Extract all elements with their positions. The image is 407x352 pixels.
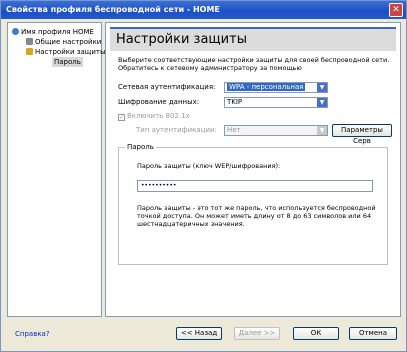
auth-type-select[interactable]: Нет ▼ [224,125,328,136]
help-link[interactable]: Справка? [15,330,50,338]
password-field-label: Пароль защиты (ключ WEP/шифрования): [137,162,281,170]
auth-select[interactable]: WPA - персональная ▼ [224,82,328,93]
intro-text: Выберите соответствующие настройки защит… [118,56,390,72]
page-title: Настройки защиты [110,27,396,51]
enable-8021x-checkbox[interactable]: ✓ [118,114,125,121]
chevron-down-icon: ▼ [317,98,327,107]
general-settings-icon [26,38,33,45]
settings-tree: Имя профиля HOME Общие настройки Настрой… [7,22,106,317]
tree-item-general[interactable]: Общие настройки [26,37,101,47]
chevron-down-icon: ▼ [317,126,327,135]
next-button[interactable]: Далее >> [234,327,280,340]
auth-label: Сетевая аутентификация: [118,83,216,91]
security-lock-icon [26,48,33,55]
password-input[interactable]: •••••••••• [137,180,373,192]
password-note: Пароль защиты - это тот же пароль, что и… [137,204,376,228]
window-title: Свойства профиля беспроводной сети - HOM… [6,5,220,14]
settings-panel: Настройки защиты Выберите соответствующи… [105,22,401,317]
password-group-title: Пароль [125,143,156,151]
chevron-down-icon: ▼ [317,83,327,92]
encryption-select[interactable]: TKIP ▼ [224,97,328,108]
enable-8021x-row: ✓ Включить 802.1x [118,112,190,121]
server-params-button[interactable]: Параметры Серв [332,124,392,145]
tree-item-security[interactable]: Настройки защиты [26,47,106,57]
tree-item-profile[interactable]: Имя профиля HOME [12,27,94,37]
dialog-window: Свойства профиля беспроводной сети - HOM… [0,0,407,352]
back-button[interactable]: << Назад [176,327,222,340]
cancel-button[interactable]: Отмена [349,327,397,340]
encryption-label: Шифрование данных: [118,98,200,106]
close-icon[interactable]: ✕ [389,3,403,17]
title-bar: Свойства профиля беспроводной сети - HOM… [1,1,406,19]
password-group: Пароль Пароль защиты (ключ WEP/шифровани… [118,143,388,265]
profile-icon [12,28,19,35]
tree-item-password[interactable]: Пароль [52,57,83,67]
auth-type-label: Тип аутентификации: [136,126,217,134]
ok-button[interactable]: ОК [293,327,339,340]
